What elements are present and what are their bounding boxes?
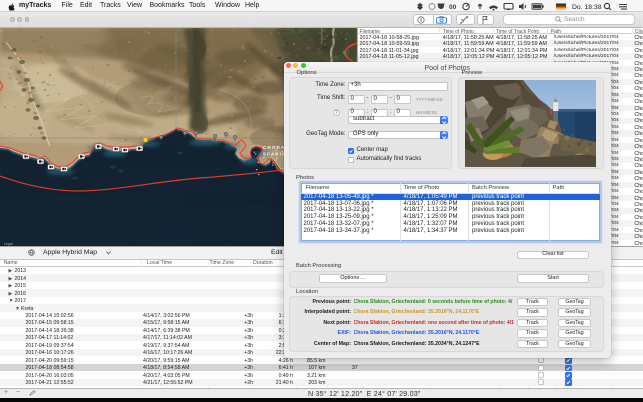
svg-text:Do. 18:38: Do. 18:38 <box>572 4 602 11</box>
svg-text:CHORA: CHORA <box>263 145 285 150</box>
svg-text:00: 00 <box>449 4 457 11</box>
